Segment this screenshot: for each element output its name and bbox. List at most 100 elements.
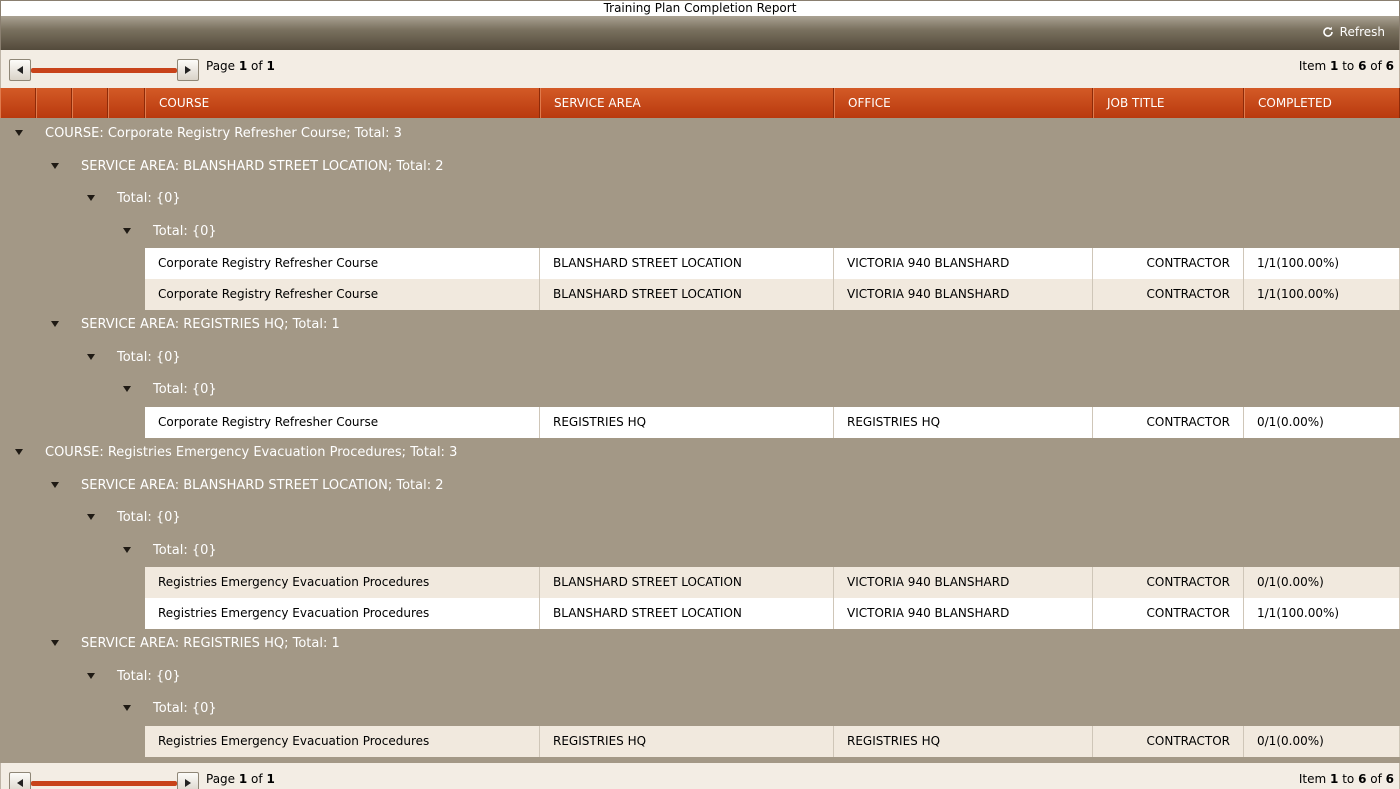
group-row: Total: {0}: [0, 342, 1400, 375]
cell-service-area: BLANSHARD STREET LOCATION: [540, 597, 834, 629]
group-label: Total: {0}: [153, 223, 217, 239]
table-row[interactable]: Corporate Registry Refresher Course REGIS…: [145, 406, 1400, 438]
cell-completed: 0/1(0.00%): [1244, 725, 1400, 757]
page-info: Page 1 of 1: [206, 59, 275, 73]
group-label: SERVICE AREA: BLANSHARD STREET LOCATION;…: [81, 158, 444, 174]
cell-course: Corporate Registry Refresher Course: [145, 406, 540, 438]
group-label: COURSE: Registries Emergency Evacuation …: [45, 445, 458, 460]
group-label: Total: {0}: [153, 701, 217, 716]
column-header-course[interactable]: COURSE: [145, 88, 540, 118]
collapse-toggle-icon[interactable]: [121, 383, 133, 395]
cell-service-area: REGISTRIES HQ: [540, 725, 834, 757]
next-page-button[interactable]: [177, 772, 199, 789]
group-label: SERVICE AREA: BLANSHARD STREET LOCATION;…: [81, 477, 444, 493]
pager-bottom: Page 1 of 1 Item 1 to 6 of 6: [0, 763, 1400, 789]
cell-job-title: CONTRACTOR: [1093, 406, 1244, 438]
cell-course: Corporate Registry Refresher Course: [145, 248, 540, 279]
cell-office: VICTORIA 940 BLANSHARD: [834, 248, 1093, 279]
cell-service-area: BLANSHARD STREET LOCATION: [540, 278, 834, 310]
collapse-toggle-icon[interactable]: [121, 544, 133, 556]
column-header-completed[interactable]: COMPLETED: [1244, 88, 1400, 118]
refresh-icon: [1322, 26, 1333, 37]
arrow-left-icon: [17, 779, 23, 787]
group-indent-column: [108, 88, 145, 118]
page-slider[interactable]: [31, 68, 177, 73]
collapse-toggle-icon[interactable]: [49, 637, 61, 649]
group-label: Total: {0}: [153, 382, 217, 397]
group-label: COURSE: Corporate Registry Refresher Cou…: [45, 126, 402, 141]
collapse-toggle-icon[interactable]: [49, 479, 61, 491]
cell-course: Registries Emergency Evacuation Procedur…: [145, 597, 540, 629]
arrow-right-icon: [185, 779, 191, 787]
group-label: Total: {0}: [153, 542, 217, 558]
collapse-toggle-icon[interactable]: [85, 670, 97, 682]
collapse-toggle-icon[interactable]: [49, 318, 61, 330]
page-slider[interactable]: [31, 781, 177, 786]
cell-office: REGISTRIES HQ: [834, 725, 1093, 757]
collapse-toggle-icon[interactable]: [121, 225, 133, 237]
group-row: COURSE: Corporate Registry Refresher Cou…: [0, 118, 1400, 151]
cell-office: VICTORIA 940 BLANSHARD: [834, 597, 1093, 629]
cell-job-title: CONTRACTOR: [1093, 278, 1244, 310]
group-row: Total: {0}: [0, 374, 1400, 407]
group-row: SERVICE AREA: REGISTRIES HQ; Total: 1: [0, 628, 1400, 661]
group-label: SERVICE AREA: REGISTRIES HQ; Total: 1: [81, 317, 340, 332]
cell-completed: 1/1(100.00%): [1244, 278, 1400, 310]
collapse-toggle-icon[interactable]: [85, 511, 97, 523]
collapse-toggle-icon[interactable]: [85, 351, 97, 363]
group-indent-column: [0, 88, 36, 118]
prev-page-button[interactable]: [9, 772, 31, 789]
cell-completed: 0/1(0.00%): [1244, 406, 1400, 438]
group-indent-column: [36, 88, 72, 118]
column-header-service-area[interactable]: SERVICE AREA: [540, 88, 834, 118]
group-row: Total: {0}: [0, 535, 1400, 568]
cell-job-title: CONTRACTOR: [1093, 597, 1244, 629]
collapse-toggle-icon[interactable]: [13, 446, 25, 458]
group-label: Total: {0}: [117, 349, 181, 365]
collapse-toggle-icon[interactable]: [121, 702, 133, 714]
cell-completed: 0/1(0.00%): [1244, 567, 1400, 598]
group-row: Total: {0}: [0, 693, 1400, 726]
group-row: Total: {0}: [0, 216, 1400, 249]
collapse-toggle-icon[interactable]: [13, 127, 25, 139]
column-header-job-title[interactable]: JOB TITLE: [1093, 88, 1244, 118]
cell-service-area: BLANSHARD STREET LOCATION: [540, 567, 834, 598]
table-row[interactable]: Registries Emergency Evacuation Procedur…: [145, 597, 1400, 629]
group-row: SERVICE AREA: REGISTRIES HQ; Total: 1: [0, 309, 1400, 342]
page-info: Page 1 of 1: [206, 772, 275, 786]
item-info: Item 1 to 6 of 6: [1298, 772, 1394, 786]
cell-course: Corporate Registry Refresher Course: [145, 278, 540, 310]
cell-service-area: REGISTRIES HQ: [540, 406, 834, 438]
collapse-toggle-icon[interactable]: [85, 192, 97, 204]
table-row[interactable]: Registries Emergency Evacuation Procedur…: [145, 567, 1400, 598]
table-row[interactable]: Registries Emergency Evacuation Procedur…: [145, 725, 1400, 757]
column-header-office[interactable]: OFFICE: [834, 88, 1093, 118]
arrow-left-icon: [17, 66, 23, 74]
group-row: SERVICE AREA: BLANSHARD STREET LOCATION;…: [0, 151, 1400, 184]
cell-job-title: CONTRACTOR: [1093, 567, 1244, 598]
group-row: Total: {0}: [0, 502, 1400, 535]
cell-office: VICTORIA 940 BLANSHARD: [834, 278, 1093, 310]
refresh-label: Refresh: [1339, 25, 1385, 39]
report-grid: COURSE: Corporate Registry Refresher Cou…: [0, 118, 1400, 763]
prev-page-button[interactable]: [9, 59, 31, 81]
cell-course: Registries Emergency Evacuation Procedur…: [145, 567, 540, 598]
group-row: COURSE: Registries Emergency Evacuation …: [0, 437, 1400, 470]
refresh-button[interactable]: Refresh: [1322, 24, 1385, 40]
group-label: Total: {0}: [117, 668, 181, 684]
group-label: Total: {0}: [117, 191, 181, 206]
next-page-button[interactable]: [177, 59, 199, 81]
group-row: Total: {0}: [0, 661, 1400, 694]
cell-completed: 1/1(100.00%): [1244, 597, 1400, 629]
group-label: Total: {0}: [117, 510, 181, 525]
cell-job-title: CONTRACTOR: [1093, 725, 1244, 757]
table-row[interactable]: Corporate Registry Refresher Course BLANS…: [145, 248, 1400, 279]
table-row[interactable]: Corporate Registry Refresher Course BLANS…: [145, 278, 1400, 310]
pager-top: Page 1 of 1 Item 1 to 6 of 6: [0, 50, 1400, 88]
group-indent-column: [72, 88, 108, 118]
item-info: Item 1 to 6 of 6: [1298, 59, 1394, 73]
cell-service-area: BLANSHARD STREET LOCATION: [540, 248, 834, 279]
toolbar: Refresh: [0, 16, 1400, 50]
collapse-toggle-icon[interactable]: [49, 160, 61, 172]
cell-office: REGISTRIES HQ: [834, 406, 1093, 438]
